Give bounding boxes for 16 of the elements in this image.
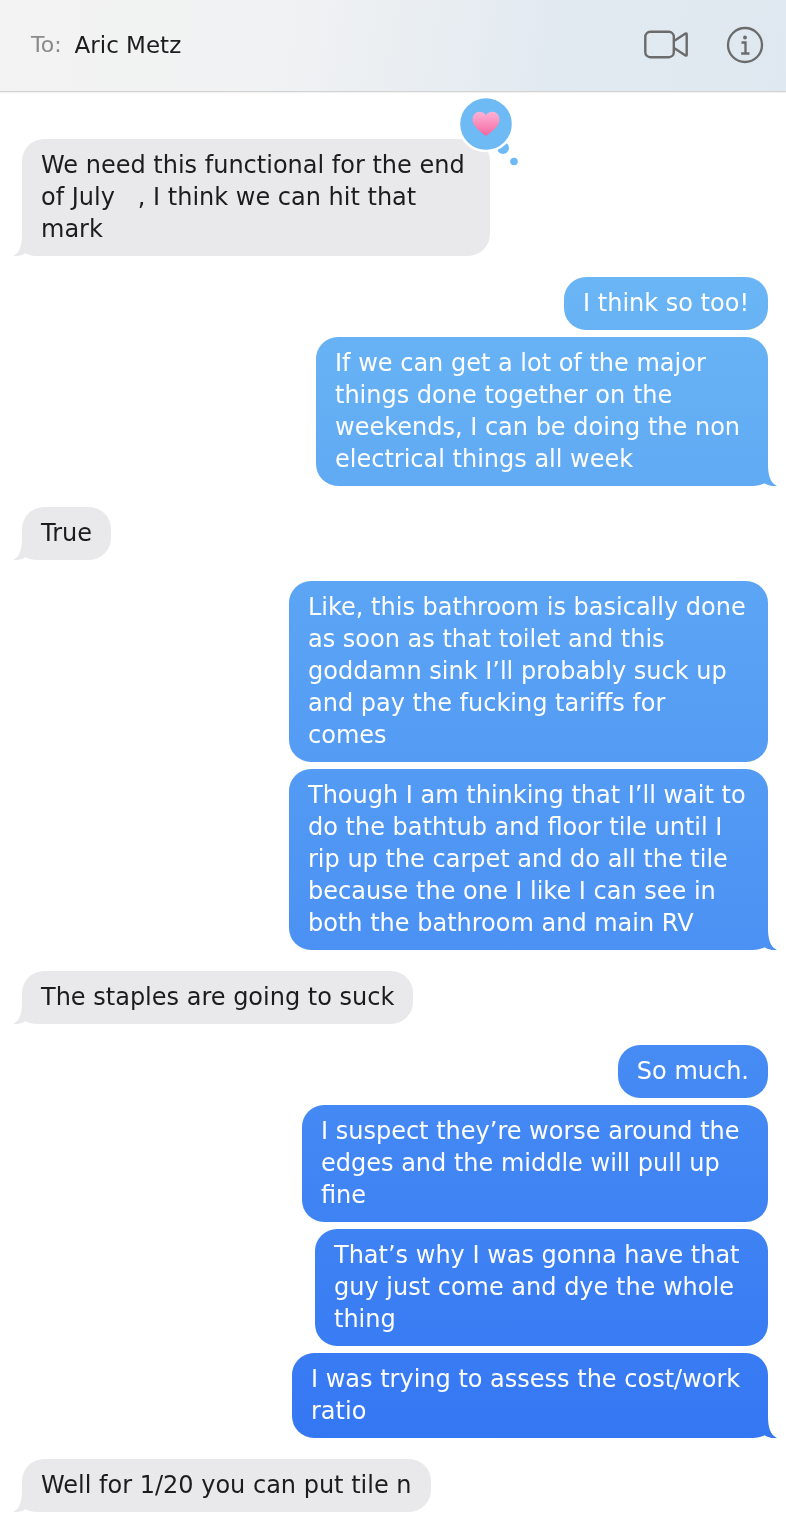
recipient-name: Aric Metz (74, 31, 182, 58)
to-label: To: (31, 32, 62, 57)
info-icon[interactable] (726, 25, 764, 64)
sent-message-bubble: That’s why I was gonna have that guy just come and dye the whole thing (315, 1229, 768, 1346)
sent-message-bubble: I suspect they’re worse around the edges and the middle will pull up fine (302, 1105, 768, 1222)
sent-message-bubble: Like, this bathroom is basically done as soon as that toilet and this goddamn sink I’ll probably suck up and pay the fucking tariffs for comes (289, 581, 768, 762)
sent-message-bubble: So much. (617, 1045, 768, 1098)
received-message-bubble: The staples are going to suck (22, 971, 414, 1024)
sent-message-bubble: If we can get a lot of the major things done together on the weekends, I can be doing the non electrical things all week (316, 337, 768, 486)
sent-message-bubble: I was trying to assess the cost/work ratio (292, 1353, 768, 1438)
received-message-bubble: We need this functional for the end of July , I think we can hit that mark (22, 139, 490, 256)
received-message-bubble: True (22, 507, 111, 560)
video-camera-icon[interactable] (644, 29, 688, 60)
sent-message-bubble: Though I am thinking that I’ll wait to do the bathtub and floor tile until I rip up the carpet and do all the tile because the one I like I can see in both the bathroom and main RV (289, 769, 768, 950)
sent-message-bubble: I think so too! (564, 277, 768, 330)
received-message-bubble: Well for 1/20 you can put tile n (22, 1459, 431, 1512)
